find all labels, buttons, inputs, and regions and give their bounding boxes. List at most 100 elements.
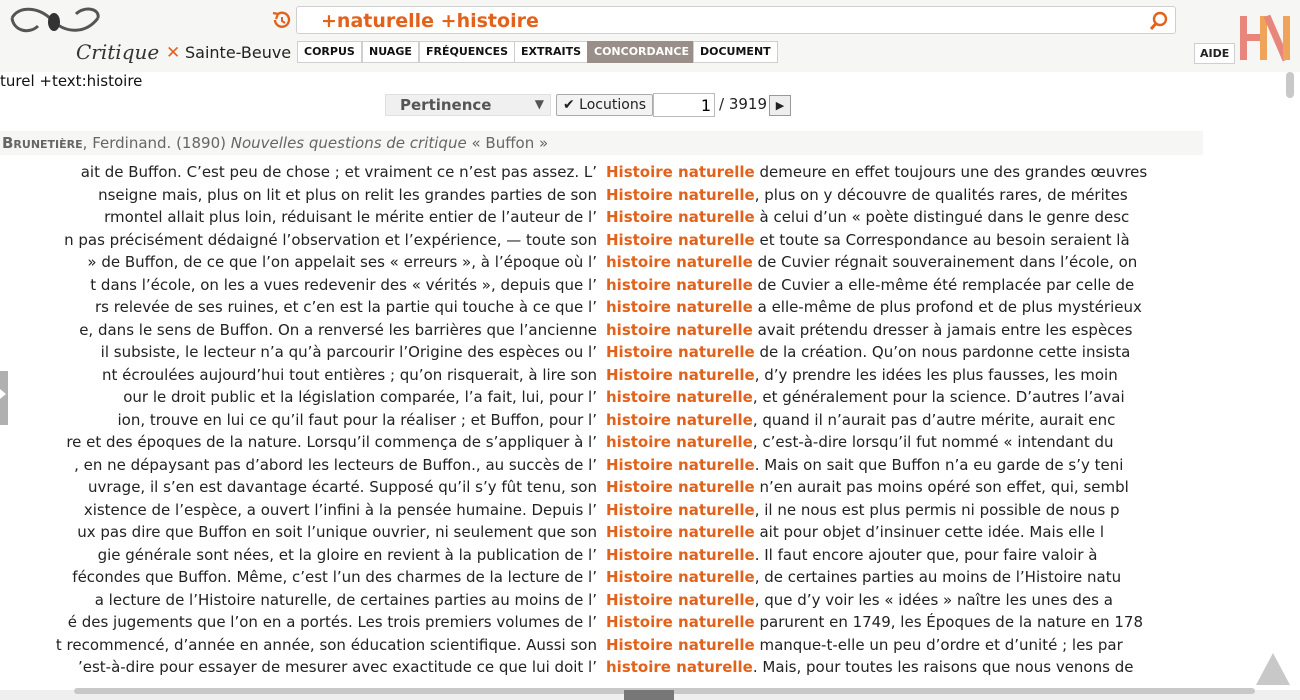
tab-frequences[interactable]: FRÉQUENCES: [419, 41, 516, 63]
help-button[interactable]: AIDE: [1194, 43, 1236, 64]
keyword-link[interactable]: Histoire naturelle: [606, 568, 755, 586]
search-input[interactable]: +naturelle +histoire: [296, 6, 1176, 34]
right-context: et toute sa Correspondance au besoin ser…: [754, 230, 1130, 249]
history-icon[interactable]: [270, 9, 292, 31]
app-logo-text[interactable]: Critique: [76, 40, 159, 64]
concordance-row[interactable]: xistence de l’espèce, a ouvert l’infini …: [0, 499, 1255, 522]
keyword-link[interactable]: histoire naturelle: [606, 433, 753, 451]
keyword-with-right-context: histoire naturelle de Cuvier régnait sou…: [606, 251, 1246, 273]
keyword-with-right-context: Histoire naturelle et toute sa Correspon…: [606, 229, 1246, 251]
keyword-link[interactable]: Histoire naturelle: [606, 208, 755, 226]
keyword-with-right-context: Histoire naturelle. Il faut encore ajout…: [606, 544, 1246, 566]
keyword-link[interactable]: histoire naturelle: [606, 321, 753, 339]
concordance-row[interactable]: ’est-à-dire pour essayer de mesurer avec…: [0, 656, 1255, 679]
keyword-link[interactable]: Histoire naturelle: [606, 501, 755, 519]
search-icon[interactable]: [1149, 11, 1169, 31]
keyword-link[interactable]: Histoire naturelle: [606, 163, 755, 181]
tab-document[interactable]: DOCUMENT: [693, 41, 778, 63]
concordance-row[interactable]: rmontel allait plus loin, réduisant le m…: [0, 206, 1255, 229]
keyword-link[interactable]: Histoire naturelle: [606, 343, 755, 361]
document-heading[interactable]: Brunetière, Ferdinand. (1890) Nouvelles …: [0, 131, 1203, 155]
right-context: de Cuvier régnait souverainement dans l’…: [752, 253, 1138, 271]
sort-select[interactable]: Pertinence ▼: [385, 94, 551, 116]
concordance-row[interactable]: rs relevée de ses ruines, et c’en est la…: [0, 296, 1255, 319]
next-page-button[interactable]: ▶: [769, 95, 791, 116]
keyword-link[interactable]: histoire naturelle: [606, 298, 753, 316]
keyword-with-right-context: histoire naturelle de Cuvier a elle-même…: [606, 274, 1246, 296]
hn-logo-icon[interactable]: [1238, 12, 1296, 62]
page-number-input[interactable]: [653, 93, 715, 117]
left-context: a lecture de l’Histoire naturelle, de ce…: [94, 590, 597, 609]
left-context: ux pas dire que Buffon en soit l’unique …: [77, 523, 597, 541]
corpus-name[interactable]: Sainte-Beuve: [185, 43, 291, 62]
concordance-row[interactable]: our le droit public et la législation co…: [0, 386, 1255, 409]
concordance-row[interactable]: , en ne dépaysant pas d’abord les lecteu…: [0, 454, 1255, 477]
concordance-row[interactable]: t recommencé, d’année en année, son éduc…: [0, 634, 1255, 657]
keyword-link[interactable]: histoire naturelle: [606, 658, 753, 676]
right-context: ait pour objet d’insinuer cette idée. Ma…: [754, 523, 1105, 541]
document-title[interactable]: Nouvelles questions de critique: [231, 134, 467, 152]
keyword-link[interactable]: Histoire naturelle: [606, 591, 755, 609]
left-context: gie générale sont nées, et la gloire en …: [97, 545, 597, 564]
keyword-link[interactable]: Histoire naturelle: [606, 523, 755, 541]
scroll-to-top-icon[interactable]: [1254, 651, 1292, 687]
search-query-text[interactable]: +naturelle +histoire: [321, 10, 539, 32]
right-context: , il ne nous est plus permis ni possible…: [754, 500, 1120, 519]
left-context: il subsiste, le lecteur n’a qu’à parcour…: [100, 343, 597, 361]
eye-logo-icon[interactable]: [4, 4, 104, 44]
keyword-link[interactable]: Histoire naturelle: [606, 636, 755, 654]
left-context: nt écroulées aujourd’hui tout entières ;…: [102, 365, 597, 384]
left-context: uvrage, il s’en est davantage écarté. Su…: [87, 478, 597, 496]
header: Critique ✕ Sainte-Beuve +naturelle +hist…: [0, 0, 1300, 72]
keyword-link[interactable]: Histoire naturelle: [606, 186, 755, 204]
keyword-with-right-context: histoire naturelle avait prétendu dresse…: [606, 319, 1246, 341]
locutions-toggle-button[interactable]: ✔ Locutions: [556, 94, 653, 116]
keyword-link[interactable]: histoire naturelle: [606, 411, 753, 429]
concordance-row[interactable]: a lecture de l’Histoire naturelle, de ce…: [0, 589, 1255, 612]
concordance-row[interactable]: il subsiste, le lecteur n’a qu’à parcour…: [0, 341, 1255, 364]
left-context: n pas précisément dédaigné l’observation…: [64, 230, 597, 249]
keyword-link[interactable]: Histoire naturelle: [606, 366, 755, 384]
concordance-row[interactable]: ux pas dire que Buffon en soit l’unique …: [0, 521, 1255, 544]
concordance-row[interactable]: n pas précisément dédaigné l’observation…: [0, 229, 1255, 252]
right-context: n’en aurait pas moins opéré son effet, q…: [754, 478, 1129, 496]
left-context: re et des époques de la nature. Lorsqu’i…: [66, 433, 597, 451]
vertical-scrollbar[interactable]: [1286, 72, 1294, 98]
keyword-with-right-context: histoire naturelle, quand il n’aurait pa…: [606, 409, 1246, 431]
keyword-link[interactable]: Histoire naturelle: [606, 613, 755, 631]
remove-corpus-icon[interactable]: ✕: [166, 43, 180, 63]
left-context: e, dans le sens de Buffon. On a renversé…: [79, 320, 597, 339]
concordance-row[interactable]: uvrage, il s’en est davantage écarté. Su…: [0, 476, 1255, 499]
concordance-row[interactable]: nseigne mais, plus on lit et plus on rel…: [0, 184, 1255, 207]
concordance-row[interactable]: ait de Buffon. C’est peu de chose ; et v…: [0, 161, 1255, 184]
concordance-row[interactable]: fécondes que Buffon. Même, c’est l’un de…: [0, 566, 1255, 589]
keyword-with-right-context: Histoire naturelle manque-t-elle un peu …: [606, 634, 1246, 656]
keyword-link[interactable]: histoire naturelle: [606, 253, 753, 271]
concordance-row[interactable]: » de Buffon, de ce que l’on appelait ses…: [0, 251, 1255, 274]
concordance-row[interactable]: nt écroulées aujourd’hui tout entières ;…: [0, 364, 1255, 387]
concordance-row[interactable]: gie générale sont nées, et la gloire en …: [0, 544, 1255, 567]
keyword-with-right-context: Histoire naturelle. Mais on sait que Buf…: [606, 454, 1246, 476]
tab-extraits[interactable]: EXTRAITS: [514, 41, 589, 63]
keyword-link[interactable]: Histoire naturelle: [606, 546, 755, 564]
tab-nuage[interactable]: NUAGE: [362, 41, 419, 63]
keyword-link[interactable]: histoire naturelle: [606, 276, 753, 294]
keyword-link[interactable]: histoire naturelle: [606, 388, 753, 406]
author-rest: , Ferdinand. (1890): [82, 134, 231, 152]
concordance-row[interactable]: t dans l’école, on les a vues redevenir …: [0, 274, 1255, 297]
right-context: , c’est-à-dire lorsqu’il fut nommé « int…: [752, 433, 1114, 451]
concordance-row[interactable]: re et des époques de la nature. Lorsqu’i…: [0, 431, 1255, 454]
concordance-row[interactable]: ion, trouve en lui ce qu’il faut pour la…: [0, 409, 1255, 432]
right-context: , quand il n’aurait pas d’autre mérite, …: [752, 410, 1116, 429]
keyword-with-right-context: Histoire naturelle, d’y prendre les idée…: [606, 364, 1246, 386]
keyword-link[interactable]: Histoire naturelle: [606, 231, 755, 249]
tab-concordance[interactable]: CONCORDANCE: [587, 41, 696, 63]
keyword-link[interactable]: Histoire naturelle: [606, 456, 755, 474]
concordance-row[interactable]: e, dans le sens de Buffon. On a renversé…: [0, 319, 1255, 342]
keyword-link[interactable]: Histoire naturelle: [606, 478, 755, 496]
bottom-panel-toggle[interactable]: [624, 690, 674, 700]
right-context: de Cuvier a elle-même été remplacée par …: [752, 275, 1135, 294]
sort-label: Pertinence: [400, 96, 492, 114]
concordance-row[interactable]: é des jugements que l’on en a portés. Le…: [0, 611, 1255, 634]
tab-corpus[interactable]: CORPUS: [297, 41, 362, 63]
